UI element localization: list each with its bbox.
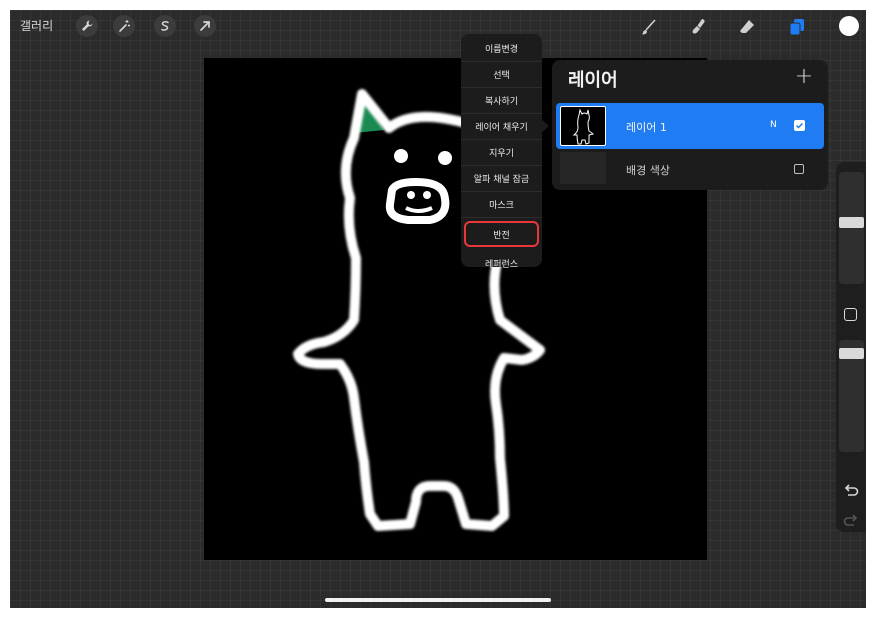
smudge-icon[interactable] <box>688 16 710 38</box>
selection-icon[interactable] <box>154 15 176 37</box>
menu-item-fill-layer[interactable]: 레이어 채우기 <box>461 114 542 140</box>
layer-name[interactable]: 배경 색상 <box>626 162 670 178</box>
background-visibility-checkbox[interactable] <box>794 164 804 174</box>
eraser-icon[interactable] <box>736 16 758 38</box>
layer-row-1[interactable]: 레이어 1 N <box>556 103 824 149</box>
opacity-slider[interactable] <box>839 340 864 452</box>
undo-icon[interactable] <box>842 484 860 500</box>
menu-item-invert[interactable]: 반전 <box>464 221 539 247</box>
opacity-thumb[interactable] <box>839 348 864 359</box>
gallery-button[interactable]: 갤러리 <box>20 17 53 34</box>
layer-options-menu: 이름변경 선택 복사하기 레이어 채우기 지우기 알파 채널 잠금 마스크 반전… <box>461 34 542 270</box>
layers-panel: 레이어 + 레이어 1 N 배경 색상 <box>552 60 828 190</box>
layer-thumbnail <box>560 106 606 146</box>
home-indicator[interactable] <box>325 598 551 602</box>
menu-item-alpha-lock[interactable]: 알파 채널 잠금 <box>461 166 542 192</box>
menu-item-select[interactable]: 선택 <box>461 62 542 88</box>
layers-title: 레이어 <box>568 70 618 91</box>
modify-button[interactable] <box>844 308 857 321</box>
top-toolbar: 갤러리 <box>10 10 866 44</box>
procreate-screen: 갤러리 이름변경 선택 복사하기 레이어 채우기 지우기 알파 채널 잠금 마스… <box>10 10 866 608</box>
side-toolbar <box>836 162 866 532</box>
menu-item-rename[interactable]: 이름변경 <box>461 36 542 62</box>
menu-item-reference[interactable]: 레퍼런스 <box>461 250 542 276</box>
menu-item-mask[interactable]: 마스크 <box>461 192 542 218</box>
brush-size-thumb[interactable] <box>839 217 864 228</box>
wrench-icon[interactable] <box>76 15 98 37</box>
layer-row-background[interactable]: 배경 색상 <box>556 152 824 188</box>
layer-visibility-checkbox[interactable] <box>794 120 805 131</box>
brush-icon[interactable] <box>638 16 660 38</box>
add-layer-button[interactable]: + <box>792 64 816 89</box>
redo-icon[interactable] <box>842 514 860 530</box>
layers-icon[interactable] <box>786 16 808 38</box>
brush-size-slider[interactable] <box>839 172 864 284</box>
background-color-swatch[interactable] <box>560 152 606 184</box>
blend-mode-button[interactable]: N <box>770 120 777 130</box>
menu-item-copy[interactable]: 복사하기 <box>461 88 542 114</box>
color-picker[interactable] <box>839 16 859 36</box>
transform-arrow-icon[interactable] <box>194 15 216 37</box>
layer-name[interactable]: 레이어 1 <box>626 119 667 135</box>
magic-wand-icon[interactable] <box>113 15 135 37</box>
menu-item-clear[interactable]: 지우기 <box>461 140 542 166</box>
menu-pointer <box>540 118 549 134</box>
